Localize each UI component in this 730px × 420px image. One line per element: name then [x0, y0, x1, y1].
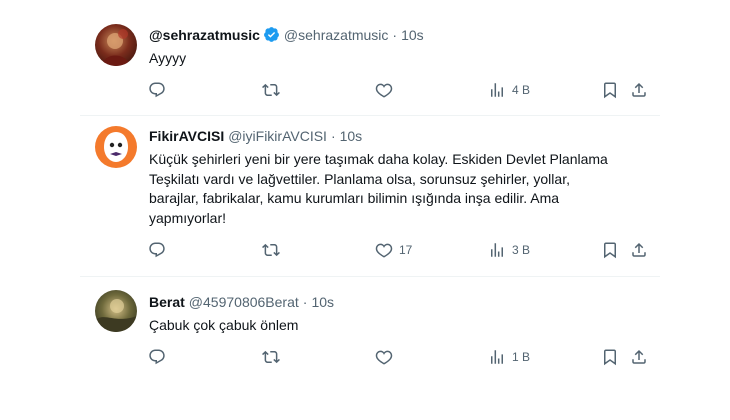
views-icon: [491, 243, 503, 257]
retweet-button[interactable]: [262, 346, 286, 368]
tweet-text-line: Küçük şehirleri yeni bir yere taşımak da…: [149, 151, 608, 167]
reply-icon: [149, 82, 165, 98]
tweet-text: Çabuk çok çabuk önlem: [149, 317, 299, 333]
reply-button[interactable]: [148, 79, 172, 101]
like-button[interactable]: 17: [375, 239, 412, 261]
retweet-icon: [262, 243, 280, 257]
user-handle[interactable]: @iyiFikirAVCISI: [228, 128, 327, 144]
retweet-icon: [262, 83, 280, 97]
views-icon: [491, 83, 503, 97]
bookmark-button[interactable]: [601, 239, 619, 261]
verified-badge-icon: [263, 26, 280, 43]
tweet-text-line: yapmıyorlar!: [149, 209, 227, 226]
user-handle[interactable]: @sehrazatmusic: [284, 27, 388, 43]
reply-button[interactable]: [148, 239, 172, 261]
views-count: 1 B: [512, 350, 531, 364]
tweet-text: Ayyyy: [149, 50, 187, 66]
retweet-button[interactable]: [262, 79, 286, 101]
tweet-fikiravcisi[interactable]: FikirAVCISI @iyiFikirAVCISI · 10s Küçük …: [0, 116, 730, 271]
share-button[interactable]: [630, 346, 648, 368]
views-count: 3 B: [512, 243, 531, 257]
retweet-button[interactable]: [262, 239, 286, 261]
separator-dot: ·: [330, 128, 336, 144]
separator-dot: ·: [392, 26, 398, 43]
retweet-icon: [262, 350, 280, 364]
reply-icon: [149, 242, 165, 258]
share-icon: [632, 242, 646, 257]
bookmark-icon: [604, 349, 616, 366]
tweet-text-line: Teşkilatı vardı ve lağvettiler. Planlama…: [149, 170, 570, 187]
user-handle[interactable]: @45970806Berat: [189, 294, 299, 310]
share-button[interactable]: [630, 239, 648, 261]
action-bar: 4 B: [140, 79, 646, 101]
avatar[interactable]: [95, 126, 137, 168]
bookmark-button[interactable]: [601, 346, 619, 368]
like-icon: [375, 83, 393, 98]
reply-button[interactable]: [148, 346, 172, 368]
reply-icon: [149, 349, 165, 365]
timestamp[interactable]: 10s: [311, 294, 334, 310]
like-button[interactable]: [375, 346, 399, 368]
display-name[interactable]: Berat: [149, 294, 185, 310]
like-icon: [375, 243, 393, 258]
like-button[interactable]: [375, 79, 399, 101]
bookmark-button[interactable]: [601, 79, 619, 101]
share-icon: [632, 82, 646, 97]
like-icon: [375, 350, 393, 365]
views-icon: [491, 350, 503, 364]
views-button[interactable]: 3 B: [488, 239, 530, 261]
bookmark-icon: [604, 242, 616, 259]
share-button[interactable]: [630, 79, 648, 101]
action-bar: 17 3 B: [140, 239, 646, 261]
separator-dot: ·: [302, 294, 308, 310]
display-name[interactable]: @sehrazatmusic: [149, 27, 260, 43]
tweet-text: Küçük şehirleri yeni bir yere taşımak da…: [149, 150, 649, 228]
views-count: 4 B: [512, 83, 531, 97]
avatar[interactable]: [95, 24, 137, 66]
display-name[interactable]: FikirAVCISI: [149, 128, 224, 144]
timestamp[interactable]: 10s: [401, 27, 424, 43]
timestamp[interactable]: 10s: [340, 128, 363, 144]
tweet-berat[interactable]: Berat @45970806Berat · 10s Çabuk çok çab…: [0, 277, 730, 420]
tweet-sehrazatmusic[interactable]: @sehrazatmusic @sehrazatmusic · 10s Ayyy…: [0, 0, 730, 118]
views-button[interactable]: 4 B: [488, 79, 530, 101]
avatar[interactable]: [95, 290, 137, 332]
action-bar: 1 B: [140, 346, 646, 368]
like-count: 17: [399, 243, 413, 257]
bookmark-icon: [604, 82, 616, 99]
views-button[interactable]: 1 B: [488, 346, 530, 368]
share-icon: [632, 349, 646, 364]
tweet-text-line: barajlar, fabrikalar, kamu kurumları bil…: [149, 190, 560, 206]
